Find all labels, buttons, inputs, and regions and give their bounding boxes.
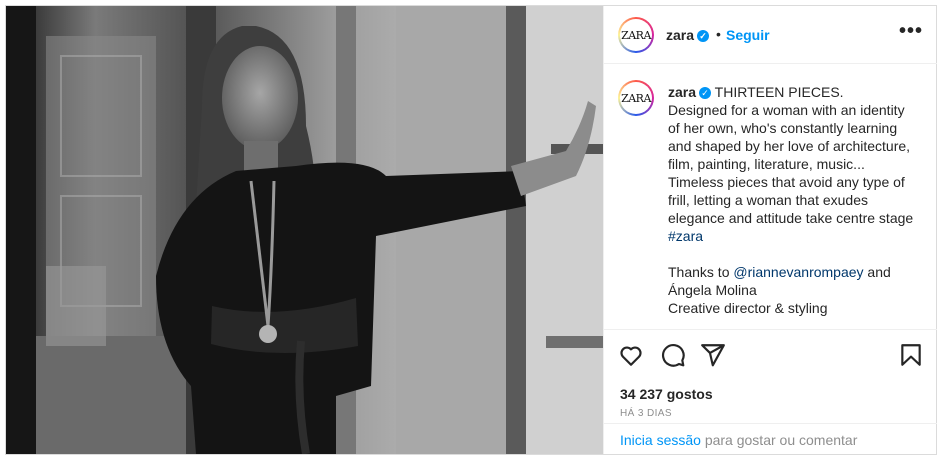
caption-area: ZARA zara ✓ THIRTEEN PIECES. Designed for… (604, 64, 937, 326)
instagram-post: ZARA zara ✓ • Seguir ••• ZARA zara ✓ THIRT… (5, 5, 937, 455)
share-icon[interactable] (700, 342, 726, 368)
more-icon[interactable]: ••• (899, 20, 923, 43)
login-prompt: Inicia sessão para gostar ou comentar (604, 423, 937, 454)
caption-avatar[interactable]: ZARA (618, 80, 654, 116)
comment-icon[interactable] (660, 342, 686, 368)
follow-button[interactable]: Seguir (726, 27, 770, 43)
caption-body: Designed for a woman with an identity of… (668, 102, 918, 226)
post-sidebar: ZARA zara ✓ • Seguir ••• ZARA zara ✓ THIRT… (603, 6, 937, 454)
verified-icon: ✓ (697, 30, 710, 43)
header-separator: • (716, 26, 721, 42)
avatar-logo: ZARA (620, 19, 652, 51)
login-prompt-text: para gostar ou comentar (700, 432, 858, 448)
header-avatar[interactable]: ZARA (618, 17, 654, 53)
caption-thanks-prefix: Thanks to (668, 264, 734, 280)
bookmark-icon[interactable] (898, 342, 924, 368)
caption-headline: THIRTEEN PIECES. (714, 84, 844, 100)
post-timestamp[interactable]: HÁ 3 DIAS (620, 408, 672, 419)
login-link[interactable]: Inicia sessão (620, 432, 701, 448)
heart-icon[interactable] (618, 342, 644, 368)
caption-text: zara ✓ THIRTEEN PIECES. Designed for a wo… (668, 83, 918, 317)
caption-username[interactable]: zara (668, 84, 696, 100)
header-username[interactable]: zara ✓ (666, 27, 710, 43)
verified-icon: ✓ (699, 87, 712, 100)
mention-link[interactable]: @riannevanrompaey (733, 264, 863, 280)
caption-credit: Creative director & styling (668, 300, 828, 316)
header-username-text[interactable]: zara (666, 27, 694, 43)
action-bar: 34 237 gostos HÁ 3 DIAS (604, 329, 937, 423)
post-header: ZARA zara ✓ • Seguir ••• (604, 6, 937, 64)
avatar-logo: ZARA (620, 82, 652, 114)
post-photo[interactable] (6, 6, 603, 454)
likes-count[interactable]: 34 237 gostos (620, 386, 713, 402)
hashtag-link[interactable]: #zara (668, 228, 703, 244)
